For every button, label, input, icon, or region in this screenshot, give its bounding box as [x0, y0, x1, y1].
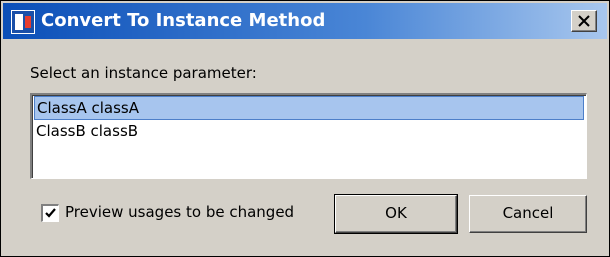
close-icon [578, 15, 590, 27]
app-icon [11, 10, 35, 34]
preview-usages-checkbox[interactable] [41, 204, 59, 222]
close-button[interactable] [571, 10, 597, 32]
list-item[interactable]: ClassA classA [34, 96, 584, 120]
list-item[interactable]: ClassB classB [34, 120, 584, 144]
instance-parameter-label: Select an instance parameter: [30, 64, 257, 82]
ok-button[interactable]: OK [334, 194, 458, 234]
preview-usages-label[interactable]: Preview usages to be changed [65, 203, 294, 221]
dialog-title: Convert To Instance Method [41, 10, 326, 31]
convert-to-instance-method-dialog: Convert To Instance Method Select an ins… [0, 0, 610, 257]
checkmark-icon [45, 208, 56, 218]
cancel-button[interactable]: Cancel [469, 195, 587, 233]
instance-parameter-list[interactable]: ClassA classA ClassB classB [30, 93, 587, 179]
title-bar[interactable]: Convert To Instance Method [3, 3, 607, 39]
